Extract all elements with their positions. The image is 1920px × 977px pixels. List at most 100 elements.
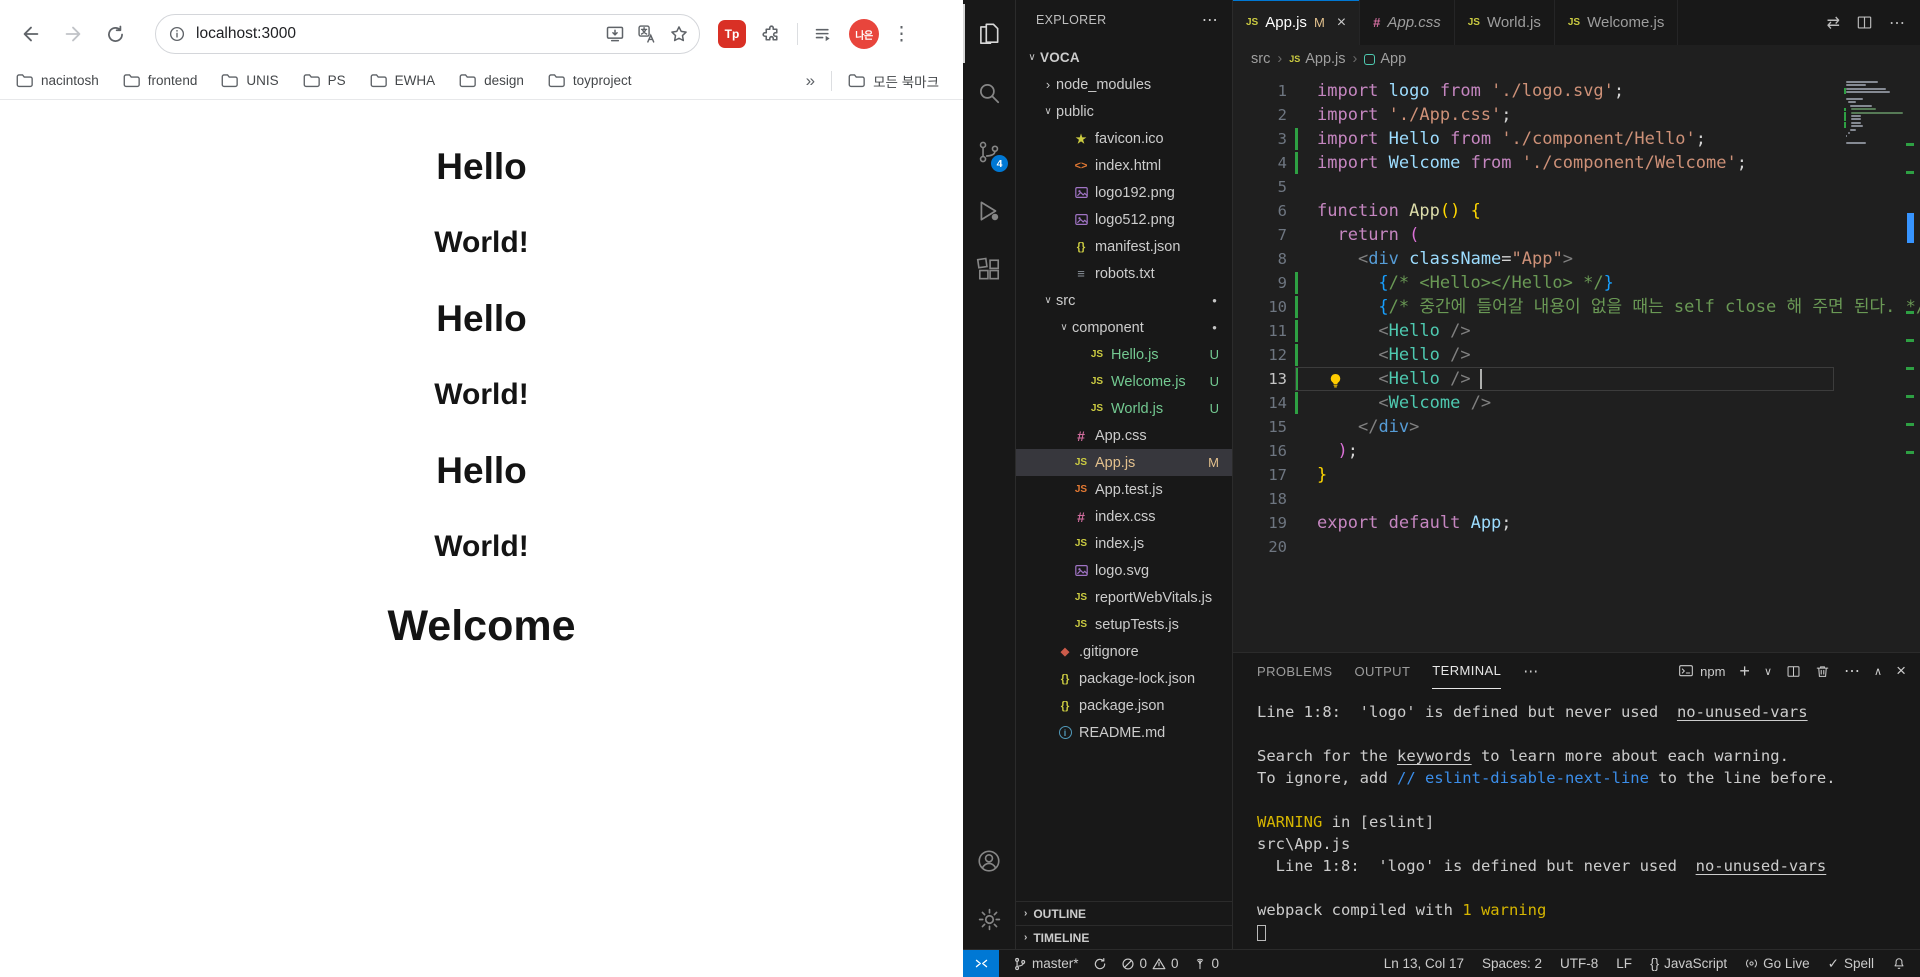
install-app-icon[interactable] bbox=[605, 24, 625, 44]
ports-item[interactable]: 0 bbox=[1193, 956, 1219, 971]
extensions-puzzle-icon[interactable] bbox=[761, 24, 782, 45]
editor-tab-Welcome.js[interactable]: JS Welcome.js bbox=[1554, 0, 1679, 45]
bookmark-folder[interactable]: EWHA bbox=[370, 73, 435, 88]
terminal-link[interactable]: no-unused-vars bbox=[1696, 857, 1827, 875]
tree-item[interactable]: ∨ component ● bbox=[1016, 314, 1232, 341]
refresh-button[interactable] bbox=[98, 17, 132, 51]
sync-item[interactable] bbox=[1093, 957, 1107, 971]
breadcrumb-item[interactable]: src bbox=[1251, 51, 1270, 67]
tree-item[interactable]: ≡ robots.txt bbox=[1016, 260, 1232, 287]
editor-more-icon[interactable]: ⋯ bbox=[1889, 13, 1905, 33]
breadcrumb-item[interactable]: JS App.js bbox=[1289, 51, 1345, 67]
shell-selector[interactable]: npm bbox=[1678, 663, 1725, 679]
branch-item[interactable]: master* bbox=[1013, 956, 1079, 971]
tree-item[interactable]: # App.css bbox=[1016, 422, 1232, 449]
go-live-item[interactable]: Go Live bbox=[1745, 956, 1810, 971]
tree-item[interactable]: {} package-lock.json bbox=[1016, 665, 1232, 692]
bookmark-folder[interactable]: frontend bbox=[123, 73, 197, 88]
tab-terminal[interactable]: TERMINAL bbox=[1432, 653, 1502, 689]
editor-tab-App.js[interactable]: JS App.js M × bbox=[1233, 0, 1361, 45]
tree-item[interactable]: JS index.js bbox=[1016, 530, 1232, 557]
activity-run-debug[interactable] bbox=[963, 181, 1015, 240]
minimap[interactable] bbox=[1844, 73, 1904, 652]
tree-item[interactable]: logo.svg bbox=[1016, 557, 1232, 584]
browser-menu-icon[interactable]: ⋮ bbox=[892, 23, 911, 46]
tree-item[interactable]: {} manifest.json bbox=[1016, 233, 1232, 260]
reading-list-icon[interactable] bbox=[813, 24, 834, 45]
tab-problems[interactable]: PROBLEMS bbox=[1257, 653, 1332, 689]
tree-item[interactable]: # index.css bbox=[1016, 503, 1232, 530]
close-panel-icon[interactable]: × bbox=[1896, 661, 1906, 681]
spell-item[interactable]: ✓ Spell bbox=[1828, 956, 1874, 972]
maximize-panel-icon[interactable]: ∧ bbox=[1874, 665, 1882, 678]
editor-tab-App.css[interactable]: # App.css bbox=[1360, 0, 1455, 45]
compare-changes-icon[interactable]: ⇄ bbox=[1827, 13, 1840, 33]
activity-accounts[interactable] bbox=[963, 831, 1015, 890]
new-terminal-icon[interactable]: + bbox=[1739, 661, 1750, 682]
panel-more-icon[interactable]: ⋯ bbox=[1523, 662, 1538, 680]
activity-source-control[interactable]: 4 bbox=[963, 122, 1015, 181]
editor-tab-World.js[interactable]: JS World.js bbox=[1454, 0, 1555, 45]
activity-extensions[interactable] bbox=[963, 240, 1015, 299]
explorer-more-icon[interactable]: ⋯ bbox=[1202, 10, 1218, 30]
forward-button[interactable] bbox=[56, 17, 90, 51]
bookmark-folder[interactable]: nacintosh bbox=[16, 73, 99, 88]
close-icon[interactable]: × bbox=[1337, 14, 1346, 32]
panel-more-actions-icon[interactable]: ⋯ bbox=[1844, 661, 1860, 681]
terminal-dropdown-icon[interactable]: ∨ bbox=[1764, 665, 1772, 678]
eol-item[interactable]: LF bbox=[1616, 956, 1632, 971]
tree-item[interactable]: JS App.js M bbox=[1016, 449, 1232, 476]
tree-item[interactable]: logo512.png bbox=[1016, 206, 1232, 233]
tree-item[interactable]: i README.md bbox=[1016, 719, 1232, 746]
tree-item[interactable]: ∨ VOCA bbox=[1016, 44, 1232, 71]
remote-indicator[interactable] bbox=[963, 950, 999, 977]
activity-settings[interactable] bbox=[963, 890, 1015, 949]
activity-explorer[interactable] bbox=[963, 4, 1015, 63]
encoding-item[interactable]: UTF-8 bbox=[1560, 956, 1598, 971]
kill-terminal-icon[interactable] bbox=[1815, 664, 1830, 679]
terminal-link[interactable]: keywords bbox=[1397, 747, 1472, 765]
tp-extension-icon[interactable]: Tp bbox=[718, 20, 746, 48]
split-editor-icon[interactable] bbox=[1856, 14, 1873, 31]
breadcrumb-item[interactable]: App bbox=[1364, 51, 1406, 67]
tree-item[interactable]: ∨ public bbox=[1016, 98, 1232, 125]
tree-item[interactable]: JS setupTests.js bbox=[1016, 611, 1232, 638]
tree-item[interactable]: ★ favicon.ico bbox=[1016, 125, 1232, 152]
split-terminal-icon[interactable] bbox=[1786, 664, 1801, 679]
address-bar[interactable]: localhost:3000 bbox=[155, 14, 700, 54]
code-editor[interactable]: 1 import logo from './logo.svg'; 2 import '… bbox=[1233, 73, 1920, 652]
bookmark-star-icon[interactable] bbox=[669, 24, 689, 44]
site-info-icon[interactable] bbox=[168, 25, 186, 43]
tree-item[interactable]: logo192.png bbox=[1016, 179, 1232, 206]
tree-item[interactable]: ∨ src ● bbox=[1016, 287, 1232, 314]
terminal-link[interactable]: no-unused-vars bbox=[1677, 703, 1808, 721]
tree-item[interactable]: {} package.json bbox=[1016, 692, 1232, 719]
bookmark-folder[interactable]: PS bbox=[303, 73, 346, 88]
tree-item[interactable]: JS reportWebVitals.js bbox=[1016, 584, 1232, 611]
back-button[interactable] bbox=[14, 17, 48, 51]
timeline-section[interactable]: › TIMELINE bbox=[1016, 925, 1232, 949]
line-col-item[interactable]: Ln 13, Col 17 bbox=[1384, 956, 1464, 971]
outline-section[interactable]: › OUTLINE bbox=[1016, 901, 1232, 925]
tree-item[interactable]: JS App.test.js bbox=[1016, 476, 1232, 503]
tree-item[interactable]: JS Welcome.js U bbox=[1016, 368, 1232, 395]
tree-item[interactable]: ◆ .gitignore bbox=[1016, 638, 1232, 665]
tab-output[interactable]: OUTPUT bbox=[1354, 653, 1410, 689]
activity-search[interactable] bbox=[963, 63, 1015, 122]
terminal-output[interactable]: Line 1:8: 'logo' is defined but never us… bbox=[1233, 689, 1920, 943]
tree-item[interactable]: <> index.html bbox=[1016, 152, 1232, 179]
notifications-item[interactable] bbox=[1892, 957, 1906, 971]
bookmark-folder[interactable]: design bbox=[459, 73, 524, 88]
translate-icon[interactable] bbox=[637, 24, 657, 44]
bookmark-folder[interactable]: toyproject bbox=[548, 73, 631, 88]
tree-item[interactable]: JS Hello.js U bbox=[1016, 341, 1232, 368]
tree-item[interactable]: › node_modules bbox=[1016, 71, 1232, 98]
language-item[interactable]: {} JavaScript bbox=[1650, 956, 1727, 971]
all-bookmarks-folder[interactable]: 모든 북마크 bbox=[848, 71, 939, 91]
tree-item[interactable]: JS World.js U bbox=[1016, 395, 1232, 422]
profile-avatar[interactable]: 나은 bbox=[849, 19, 879, 49]
indent-item[interactable]: Spaces: 2 bbox=[1482, 956, 1542, 971]
problems-item[interactable]: 0 0 bbox=[1121, 956, 1179, 971]
bookmarks-overflow-chevron[interactable]: » bbox=[806, 71, 815, 91]
bookmark-folder[interactable]: UNIS bbox=[221, 73, 279, 88]
